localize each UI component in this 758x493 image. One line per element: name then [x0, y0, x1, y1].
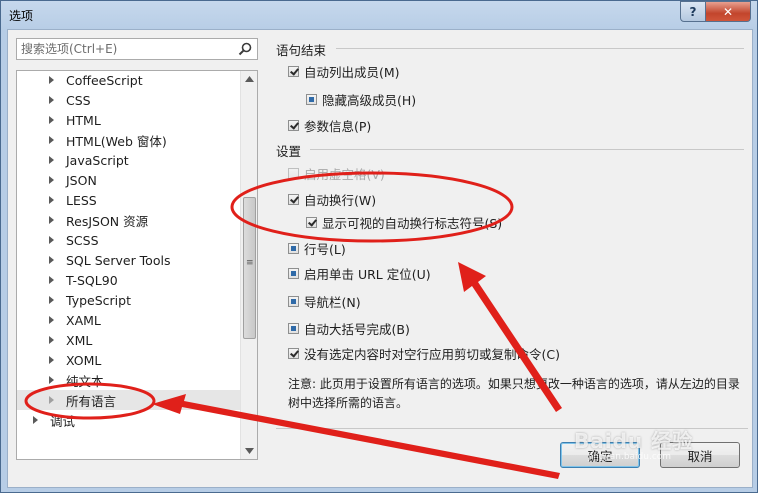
title-bar[interactable]: 选项 ? ✕: [1, 1, 757, 29]
tree-item-css[interactable]: CSS: [17, 90, 241, 110]
hide-advanced-members-option[interactable]: 隐藏高级成员(H): [306, 90, 416, 109]
scroll-down-arrow-icon[interactable]: [241, 443, 257, 459]
tree-item-resjson[interactable]: ResJSON 资源: [17, 210, 241, 230]
tree-item-xml[interactable]: XML: [17, 330, 241, 350]
tree-item-xaml[interactable]: XAML: [17, 310, 241, 330]
tree-item-typescript[interactable]: TypeScript: [17, 290, 241, 310]
apply-cut-copy-checkbox[interactable]: [288, 348, 299, 359]
search-box[interactable]: [16, 38, 258, 60]
tree-item-debugging[interactable]: 调试: [17, 410, 225, 430]
options-panel: 语句结束 自动列出成员(M) 隐藏高级成员(H) 参数信息(P) 设置 启用虚空…: [276, 30, 746, 420]
expand-arrow-icon[interactable]: [49, 276, 54, 284]
navigation-bar-option[interactable]: 导航栏(N): [288, 292, 361, 311]
show-word-wrap-glyphs-option[interactable]: 显示可视的自动换行标志符号(S): [306, 213, 502, 232]
expand-arrow-icon[interactable]: [49, 296, 54, 304]
show-word-wrap-glyphs-checkbox[interactable]: [306, 217, 317, 228]
tree-item-less[interactable]: LESS: [17, 190, 241, 210]
watermark-logo: Baidu 经验: [574, 429, 694, 453]
watermark-url: jingyan.baidu.com: [588, 452, 672, 462]
tree-item-plain-text[interactable]: 纯文本: [17, 370, 241, 390]
word-wrap-checkbox[interactable]: [288, 194, 299, 205]
expand-arrow-icon[interactable]: [49, 256, 54, 264]
tree-item-javascript[interactable]: JavaScript: [17, 150, 241, 170]
expand-arrow-icon[interactable]: [49, 216, 54, 224]
tree-item-coffeescript[interactable]: CoffeeScript: [17, 71, 241, 90]
tree-item-sql-server-tools[interactable]: SQL Server Tools: [17, 250, 241, 270]
expand-arrow-icon[interactable]: [49, 196, 54, 204]
expand-arrow-icon[interactable]: [49, 396, 54, 404]
expand-arrow-icon[interactable]: [49, 96, 54, 104]
tree-item-html-web-forms[interactable]: HTML(Web 窗体): [17, 130, 241, 150]
tree-item-tsql90[interactable]: T-SQL90: [17, 270, 241, 290]
apply-cut-copy-option[interactable]: 没有选定内容时对空行应用剪切或复制命令(C): [288, 344, 560, 363]
expand-arrow-icon[interactable]: [49, 336, 54, 344]
expand-arrow-icon[interactable]: [49, 156, 54, 164]
line-numbers-checkbox[interactable]: [288, 243, 299, 254]
tree-item-scss[interactable]: SCSS: [17, 230, 241, 250]
help-button[interactable]: ?: [680, 1, 706, 22]
tree-item-json[interactable]: JSON: [17, 170, 241, 190]
single-click-url-option[interactable]: 启用单击 URL 定位(U): [288, 264, 431, 283]
options-dialog: 选项 ? ✕ CoffeeScript CSS HTML HTML(Web 窗体…: [0, 0, 758, 493]
auto-list-members-checkbox[interactable]: [288, 66, 299, 77]
auto-brace-completion-option[interactable]: 自动大括号完成(B): [288, 319, 410, 338]
grip-icon: ≡: [246, 258, 254, 268]
hide-advanced-members-checkbox[interactable]: [306, 94, 317, 105]
close-button[interactable]: ✕: [706, 1, 751, 22]
tree-item-html[interactable]: HTML: [17, 110, 241, 130]
options-tree[interactable]: CoffeeScript CSS HTML HTML(Web 窗体) JavaS…: [16, 70, 258, 460]
virtual-space-checkbox[interactable]: [288, 168, 299, 179]
expand-arrow-icon[interactable]: [49, 116, 54, 124]
expand-arrow-icon[interactable]: [49, 316, 54, 324]
title-buttons: ? ✕: [680, 1, 751, 22]
note-text: 注意: 此页用于设置所有语言的选项。如果只想更改一种语言的选项，请从左边的目录树…: [288, 377, 740, 410]
search-icon[interactable]: [237, 41, 253, 57]
window-title: 选项: [9, 9, 34, 23]
dialog-body: CoffeeScript CSS HTML HTML(Web 窗体) JavaS…: [7, 29, 753, 488]
navigation-bar-checkbox[interactable]: [288, 296, 299, 307]
parameter-information-checkbox[interactable]: [288, 120, 299, 131]
expand-arrow-icon[interactable]: [49, 176, 54, 184]
auto-brace-completion-checkbox[interactable]: [288, 323, 299, 334]
settings-heading: 设置: [276, 144, 302, 159]
scrollbar-thumb[interactable]: ≡: [243, 197, 256, 339]
expand-arrow-icon[interactable]: [33, 416, 38, 424]
expand-arrow-icon[interactable]: [49, 136, 54, 144]
tree-item-xoml[interactable]: XOML: [17, 350, 241, 370]
tree-item-all-languages[interactable]: 所有语言: [17, 390, 241, 410]
statement-completion-heading: 语句结束: [276, 43, 327, 58]
line-numbers-option[interactable]: 行号(L): [288, 239, 346, 258]
section-divider: [310, 149, 744, 150]
expand-arrow-icon[interactable]: [49, 376, 54, 384]
virtual-space-option[interactable]: 启用虚空格(V): [288, 164, 385, 183]
tree-scrollbar[interactable]: ≡: [240, 71, 257, 459]
search-input[interactable]: [21, 41, 229, 57]
section-divider: [336, 48, 744, 49]
parameter-information-option[interactable]: 参数信息(P): [288, 116, 371, 135]
single-click-url-checkbox[interactable]: [288, 268, 299, 279]
word-wrap-option[interactable]: 自动换行(W): [288, 190, 376, 209]
expand-arrow-icon[interactable]: [49, 236, 54, 244]
expand-arrow-icon[interactable]: [49, 356, 54, 364]
scroll-up-arrow-icon[interactable]: [241, 71, 257, 87]
auto-list-members-option[interactable]: 自动列出成员(M): [288, 62, 400, 81]
expand-arrow-icon[interactable]: [49, 76, 54, 84]
